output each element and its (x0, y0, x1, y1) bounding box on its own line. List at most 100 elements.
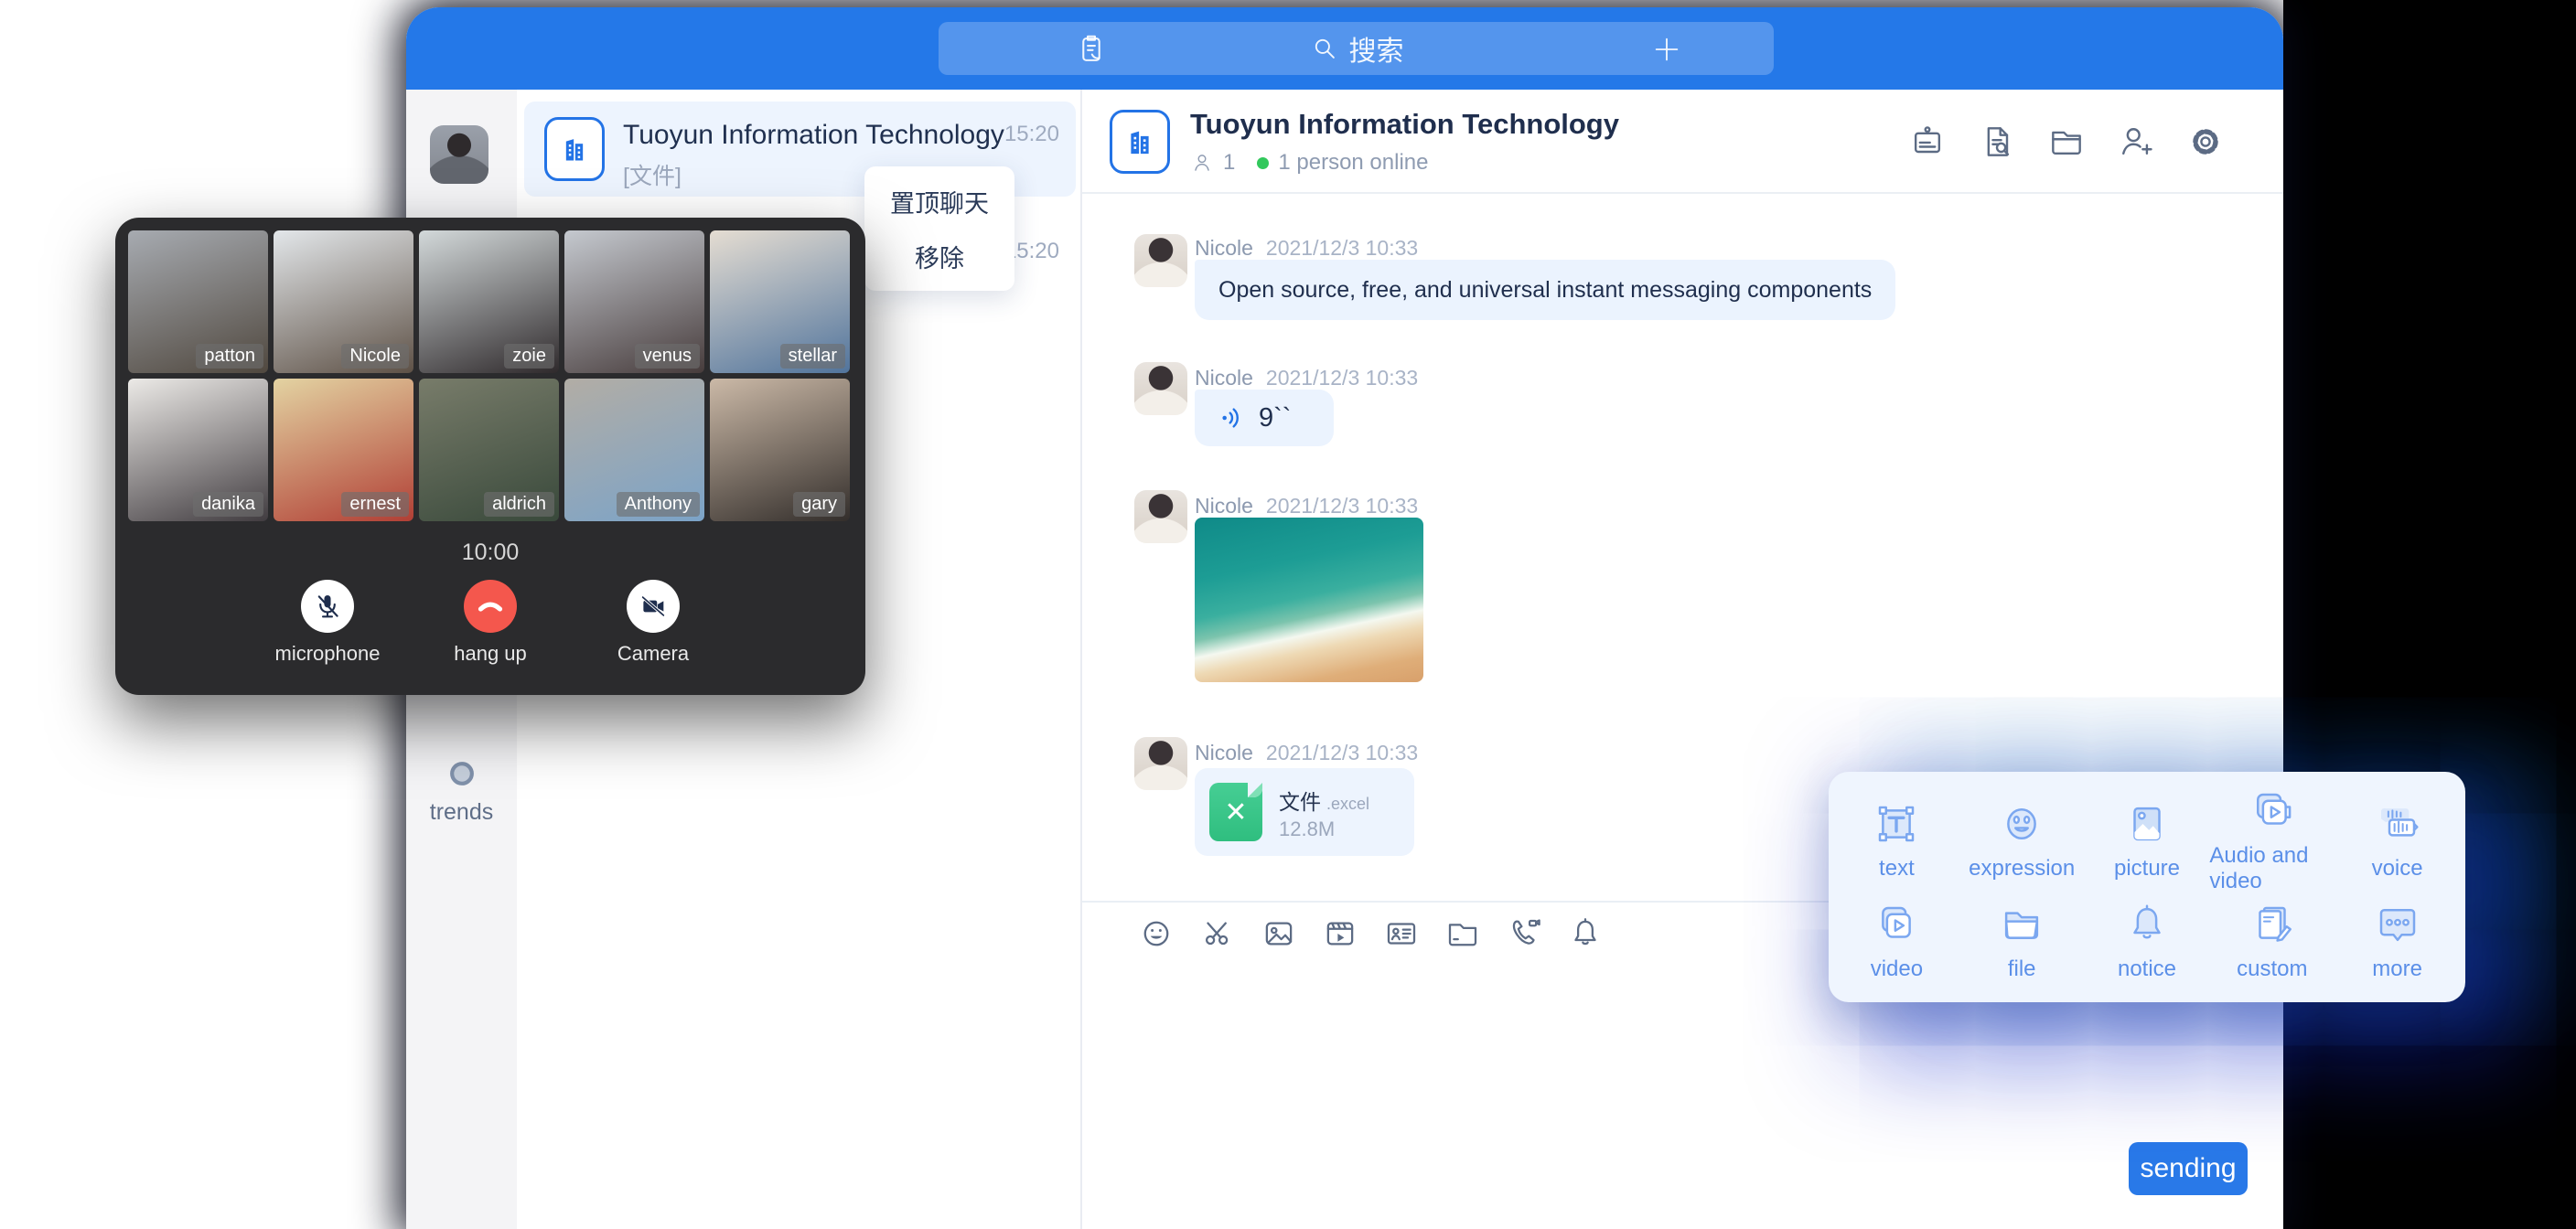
image-message[interactable] (1195, 518, 1423, 682)
panel-item-expression[interactable]: expression (1959, 786, 2085, 894)
panel-item-notice[interactable]: notice (2085, 894, 2210, 988)
panel-item-file[interactable]: file (1959, 894, 2085, 988)
search-icon (1309, 33, 1340, 64)
online-dot (1257, 157, 1269, 169)
participant-name: aldrich (484, 492, 554, 517)
screenshot-icon[interactable] (1198, 914, 1237, 953)
participant-name: patton (196, 344, 263, 369)
folder-icon[interactable] (1444, 914, 1482, 953)
panel-item-custom[interactable]: custom (2209, 894, 2334, 988)
call-controls: microphone hang up Camera (115, 580, 865, 666)
participant-name: gary (793, 492, 845, 517)
participant-tile[interactable]: patton (128, 230, 268, 373)
participant-tile[interactable]: aldrich (419, 379, 559, 521)
participant-tile[interactable]: Anthony (564, 379, 704, 521)
call-timer: 10:00 (115, 540, 865, 566)
participant-tile[interactable]: Nicole (274, 230, 413, 373)
panel-item-video[interactable]: video (1834, 894, 1959, 988)
add-icon[interactable] (1651, 34, 1682, 65)
image-icon[interactable] (1260, 914, 1298, 953)
hang-up-button[interactable]: hang up (436, 580, 544, 666)
avatar[interactable] (1134, 234, 1187, 287)
microphone-button[interactable]: microphone (274, 580, 381, 666)
participant-tile[interactable]: danika (128, 379, 268, 521)
participant-tile[interactable]: zoie (419, 230, 559, 373)
sidebar-item-trends[interactable]: trends (406, 755, 517, 826)
search-bar[interactable]: 搜索 (939, 22, 1774, 75)
participant-tile[interactable]: gary (710, 379, 850, 521)
participant-tile[interactable]: venus (564, 230, 704, 373)
control-label: microphone (275, 642, 381, 665)
online-status: 1 person online (1278, 150, 1428, 176)
speaker-icon (1217, 403, 1246, 433)
panel-item-more[interactable]: more (2334, 894, 2460, 988)
message-timestamp: 2021/12/3 10:33 (1266, 494, 1418, 518)
file-message[interactable]: ✕ 文件.excel 12.8M (1195, 768, 1414, 856)
contact-card-icon[interactable] (1382, 914, 1421, 953)
conversation-preview: [文件] (623, 158, 682, 191)
panel-label: video (1871, 956, 1923, 982)
user-avatar[interactable] (430, 125, 488, 184)
page: 搜索 trends Tuoyun Information Techn (0, 0, 2576, 1229)
trends-label: trends (406, 799, 517, 826)
participant-name: Anthony (617, 492, 700, 517)
panel-label: Audio and video (2209, 843, 2334, 894)
video-icon[interactable] (1321, 914, 1359, 953)
panel-item-picture[interactable]: picture (2085, 786, 2210, 894)
member-count: 1 (1223, 150, 1235, 176)
trends-icon (444, 755, 480, 792)
add-member-icon[interactable] (2115, 121, 2157, 163)
participant-name: danika (193, 492, 263, 517)
chat-title: Tuoyun Information Technology (1190, 108, 1619, 141)
search-field[interactable]: 搜索 (939, 22, 1774, 75)
camera-button[interactable]: Camera (599, 580, 707, 666)
panel-label: voice (2372, 856, 2423, 882)
mic-muted-icon (301, 580, 354, 633)
message-sender: Nicole2021/12/3 10:33 (1195, 494, 1418, 518)
bulletin-icon[interactable] (1906, 121, 1948, 163)
panel-label: text (1879, 856, 1915, 882)
emoji-icon[interactable] (1137, 914, 1175, 953)
participant-tile[interactable]: stellar (710, 230, 850, 373)
chat-header: Tuoyun Information Technology 1 1 person… (1082, 90, 2283, 194)
panel-item-voice[interactable]: voice (2334, 786, 2460, 894)
notification-icon[interactable] (1566, 914, 1605, 953)
menu-item-remove[interactable]: 移除 (864, 229, 1014, 283)
participant-name: stellar (780, 344, 845, 369)
building-icon (1121, 123, 1159, 161)
avatar[interactable] (1134, 490, 1187, 543)
panel-item-text[interactable]: text (1834, 786, 1959, 894)
voice-message[interactable]: 9`` (1195, 390, 1334, 446)
send-button[interactable]: sending (2129, 1142, 2248, 1195)
participant-name: venus (635, 344, 700, 369)
conversation-title: Tuoyun Information Technology (623, 120, 1004, 151)
panel-label: notice (2118, 956, 2176, 982)
members-icon (1190, 151, 1214, 175)
folder-icon[interactable] (2045, 121, 2088, 163)
panel-label: picture (2114, 856, 2180, 882)
camera-off-icon (627, 580, 680, 633)
hang-up-icon (464, 580, 517, 633)
video-call-window: patton Nicole zoie venus stellar danika … (115, 218, 865, 695)
text-message[interactable]: Open source, free, and universal instant… (1195, 260, 1895, 320)
control-label: Camera (617, 642, 689, 665)
avatar[interactable] (1134, 737, 1187, 790)
message-sender: Nicole2021/12/3 10:33 (1195, 366, 1418, 390)
panel-item-audio-video[interactable]: Audio and video (2209, 786, 2334, 894)
participant-tile[interactable]: ernest (274, 379, 413, 521)
call-icon[interactable] (1505, 914, 1543, 953)
building-icon (556, 131, 593, 167)
voice-duration: 9`` (1259, 403, 1291, 433)
group-avatar (544, 117, 605, 181)
menu-item-pin-chat[interactable]: 置顶聊天 (864, 174, 1014, 229)
excel-file-icon: ✕ (1209, 783, 1262, 841)
participant-name: ernest (341, 492, 409, 517)
history-search-icon[interactable] (1976, 121, 2018, 163)
chat-meta: 1 1 person online (1190, 150, 1428, 176)
file-size: 12.8M (1279, 818, 1335, 841)
settings-icon[interactable] (2184, 121, 2227, 163)
panel-label: file (2008, 956, 2036, 982)
avatar[interactable] (1134, 362, 1187, 415)
top-bar: 搜索 (406, 7, 2283, 90)
message-type-panel: text expression picture Audio and video … (1829, 772, 2465, 1002)
